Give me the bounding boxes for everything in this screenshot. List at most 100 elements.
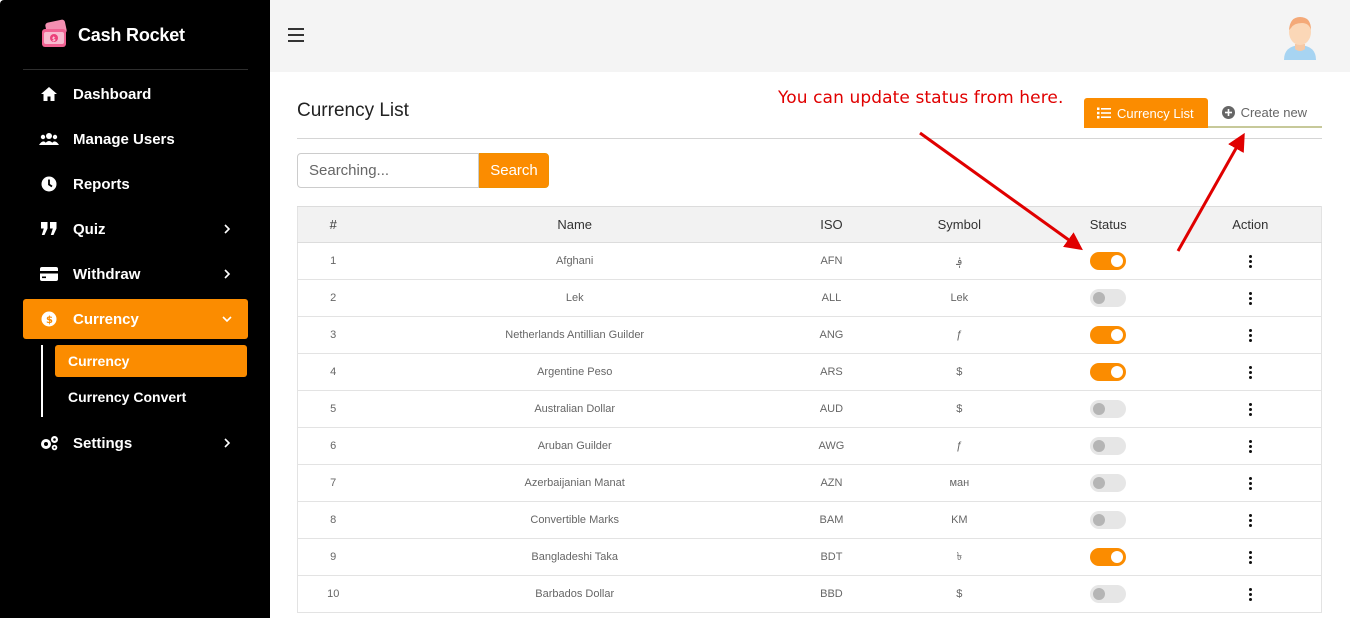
status-toggle[interactable] [1090,326,1127,344]
plus-circle-icon [1221,105,1235,119]
more-options-icon[interactable] [1243,364,1258,381]
column-header-symbol: Symbol [881,206,1037,243]
tab-create-new[interactable]: Create new [1207,98,1322,128]
sidebar-item-quiz[interactable]: Quiz [23,209,248,249]
sidebar-item-dashboard[interactable]: Dashboard [23,74,248,114]
status-toggle[interactable] [1090,363,1127,381]
sidebar-item-label: Reports [73,175,130,193]
cell-action [1179,464,1322,502]
cell-name: Netherlands Antillian Guilder [368,316,781,354]
column-header-status: Status [1036,206,1180,243]
more-options-icon[interactable] [1243,549,1258,566]
cell-status [1036,464,1180,502]
status-toggle[interactable] [1090,548,1127,566]
cell-number: 8 [297,501,369,539]
sidebar: $ Cash Rocket Dashboard Manage Users Rep… [0,0,270,618]
menu-toggle-icon[interactable] [288,28,304,42]
table-row: 1 Afghani AFN ؋ [297,242,1322,280]
more-options-icon[interactable] [1243,327,1258,344]
cell-action [1179,538,1322,576]
chevron-right-icon [224,224,231,234]
table-row: 6 Aruban Guilder AWG ƒ [297,427,1322,465]
user-avatar[interactable] [1282,14,1318,60]
cell-status [1036,538,1180,576]
cell-iso: AFN [780,242,882,280]
table-row: 5 Australian Dollar AUD $ [297,390,1322,428]
card-icon [39,267,59,281]
page-title: Currency List [297,100,409,121]
cell-name: Lek [368,279,781,317]
sidebar-item-label: Currency [73,310,139,328]
sidebar-subitem-currency[interactable]: Currency [55,345,247,377]
table-header-row: # Name ISO Symbol Status Action [297,206,1322,243]
list-icon [1097,107,1111,119]
cell-action [1179,279,1322,317]
status-toggle[interactable] [1090,289,1127,307]
status-toggle[interactable] [1090,437,1127,455]
sidebar-subitem-label: Currency Convert [68,389,187,405]
brand-divider [23,69,248,70]
status-toggle[interactable] [1090,585,1127,603]
cell-status [1036,242,1180,280]
status-toggle[interactable] [1090,252,1127,270]
cell-action [1179,390,1322,428]
cell-action [1179,353,1322,391]
cell-number: 1 [297,242,369,280]
brand[interactable]: $ Cash Rocket [40,18,185,52]
cell-name: Barbados Dollar [368,575,781,613]
cell-symbol: $ [881,390,1037,428]
cell-iso: AUD [780,390,882,428]
cell-action [1179,501,1322,539]
search-input[interactable] [297,153,479,188]
more-options-icon[interactable] [1243,253,1258,270]
cell-number: 10 [297,575,369,613]
tabs: Currency List Create new [1084,98,1322,128]
sidebar-item-manage-users[interactable]: Manage Users [23,119,248,159]
cell-name: Convertible Marks [368,501,781,539]
title-divider [297,138,1322,139]
table-row: 3 Netherlands Antillian Guilder ANG ƒ [297,316,1322,354]
cell-status [1036,501,1180,539]
cell-name: Azerbaijanian Manat [368,464,781,502]
status-toggle[interactable] [1090,400,1127,418]
dollar-circle-icon: $ [39,311,59,327]
search-button[interactable]: Search [479,153,549,188]
gears-icon [39,435,59,451]
cell-name: Argentine Peso [368,353,781,391]
cash-logo-icon: $ [40,19,70,51]
cell-action [1179,575,1322,613]
status-toggle[interactable] [1090,511,1127,529]
cell-name: Aruban Guilder [368,427,781,465]
cell-action [1179,242,1322,280]
column-header-name: Name [368,206,781,243]
quote-icon [39,222,59,236]
more-options-icon[interactable] [1243,475,1258,492]
more-options-icon[interactable] [1243,290,1258,307]
sidebar-item-reports[interactable]: Reports [23,164,248,204]
main-content: Currency List You can update status from… [270,72,1350,618]
sidebar-item-settings[interactable]: Settings [23,423,248,463]
more-options-icon[interactable] [1243,586,1258,603]
more-options-icon[interactable] [1243,438,1258,455]
cell-iso: BAM [780,501,882,539]
sidebar-item-currency[interactable]: $ Currency [23,299,248,339]
cell-iso: AZN [780,464,882,502]
more-options-icon[interactable] [1243,401,1258,418]
more-options-icon[interactable] [1243,512,1258,529]
tab-currency-list[interactable]: Currency List [1084,98,1208,128]
cell-number: 5 [297,390,369,428]
cell-name: Afghani [368,242,781,280]
sidebar-subitem-currency-convert[interactable]: Currency Convert [55,381,247,413]
cell-number: 6 [297,427,369,465]
cell-status [1036,279,1180,317]
cell-symbol: ман [881,464,1037,502]
cell-symbol: ƒ [881,316,1037,354]
sidebar-item-withdraw[interactable]: Withdraw [23,254,248,294]
chevron-right-icon [224,269,231,279]
svg-text:$: $ [46,315,53,326]
topbar [270,0,1350,72]
tab-label: Currency List [1117,105,1194,121]
cell-name: Bangladeshi Taka [368,538,781,576]
svg-text:$: $ [52,36,56,43]
status-toggle[interactable] [1090,474,1127,492]
